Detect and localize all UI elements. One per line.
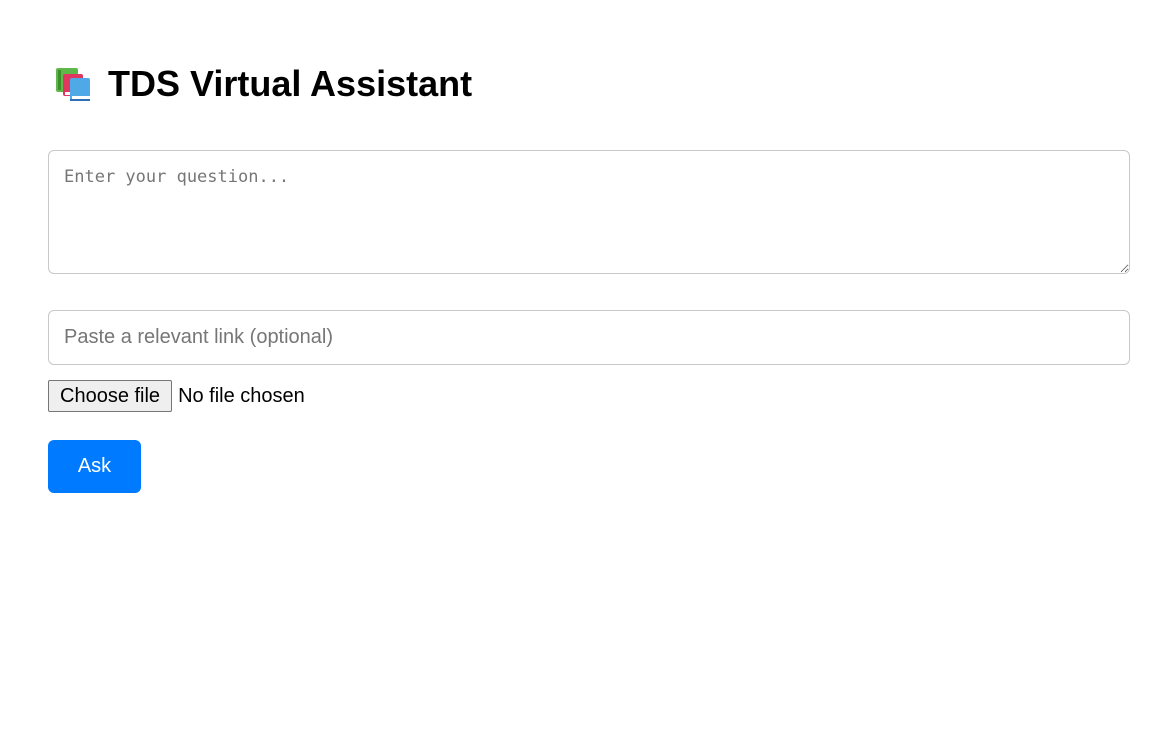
books-icon (54, 66, 92, 102)
file-status-text: No file chosen (178, 384, 305, 407)
ask-button[interactable]: Ask (48, 440, 141, 493)
file-upload: Choose file No file chosen (48, 380, 305, 412)
page: TDS Virtual Assistant Choose file No fil… (0, 0, 1161, 745)
question-textarea[interactable] (48, 150, 1130, 274)
choose-file-button[interactable]: Choose file (48, 380, 173, 412)
page-header: TDS Virtual Assistant (54, 62, 472, 106)
link-input[interactable] (48, 310, 1130, 365)
page-title: TDS Virtual Assistant (108, 63, 473, 104)
